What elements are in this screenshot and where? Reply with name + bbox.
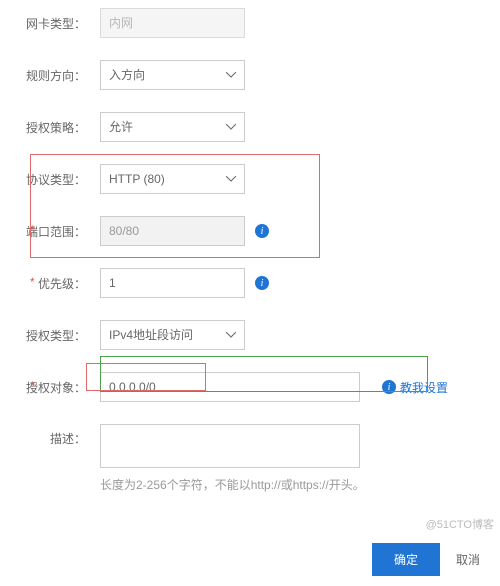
label-protocol: 协议类型： [0, 171, 100, 188]
input-auth-target[interactable] [100, 372, 360, 402]
select-direction[interactable]: 入方向 [100, 60, 245, 90]
security-rule-form: 网卡类型： 内网 规则方向： 入方向 授权策略： 允许 [0, 0, 500, 493]
row-protocol: 协议类型： HTTP (80) [0, 164, 500, 194]
row-port-range: 端口范围： i [0, 216, 500, 246]
label-auth-target: 授权对象： [0, 379, 100, 396]
row-policy: 授权策略： 允许 [0, 112, 500, 142]
select-nic-type: 内网 [100, 8, 245, 38]
help-text: 教我设置 [400, 379, 448, 396]
label-nic-type: 网卡类型： [0, 15, 100, 32]
textarea-description[interactable] [100, 424, 360, 468]
info-icon[interactable]: i [255, 276, 269, 290]
label-direction: 规则方向： [0, 67, 100, 84]
select-protocol[interactable]: HTTP (80) [100, 164, 245, 194]
label-priority: 优先级： [0, 275, 100, 292]
watermark: @51CTO博客 [426, 516, 494, 532]
dialog-footer: 确定 取消 [0, 533, 500, 586]
ok-button[interactable]: 确定 [372, 543, 440, 576]
row-nic-type: 网卡类型： 内网 [0, 8, 500, 38]
label-policy: 授权策略： [0, 119, 100, 136]
select-auth-type[interactable]: IPv4地址段访问 [100, 320, 245, 350]
help-link[interactable]: i 教我设置 [368, 379, 448, 396]
row-auth-type: 授权类型： IPv4地址段访问 [0, 320, 500, 350]
label-description: 描述： [0, 424, 100, 447]
description-hint: 长度为2-256个字符，不能以http://或https://开头。 [100, 476, 500, 493]
row-description: 描述： [0, 424, 500, 454]
input-port-range [100, 216, 245, 246]
info-icon[interactable]: i [255, 224, 269, 238]
row-direction: 规则方向： 入方向 [0, 60, 500, 90]
label-port-range: 端口范围： [0, 223, 100, 240]
row-priority: 优先级： i [0, 268, 500, 298]
label-auth-type: 授权类型： [0, 327, 100, 344]
cancel-button[interactable]: 取消 [450, 543, 486, 576]
select-policy[interactable]: 允许 [100, 112, 245, 142]
input-priority[interactable] [100, 268, 245, 298]
row-auth-target: 授权对象： i 教我设置 [0, 372, 500, 402]
info-icon: i [382, 380, 396, 394]
